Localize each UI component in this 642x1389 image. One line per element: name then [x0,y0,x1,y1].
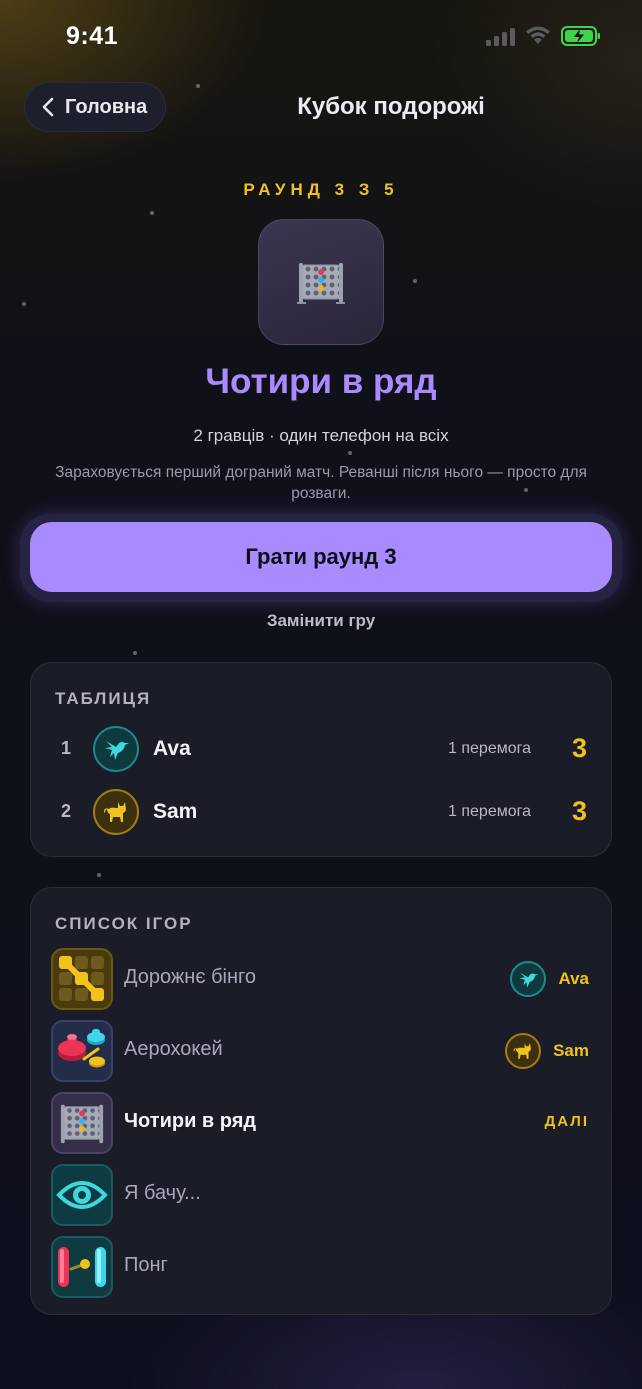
leaderboard-row: 2 Sam 1 перемога 3 [31,788,613,838]
current-game-tile [258,219,384,345]
player-wins: 1 перемога [448,740,531,757]
background-star [150,211,154,215]
status-time: 9:41 [66,22,119,50]
leaderboard-row: 1 Ava 1 перемога 3 [31,725,613,775]
game-list-title: СПИСОК ІГОР [55,914,193,933]
hummingbird-icon [519,972,539,988]
game-winner-name: Sam [553,1041,589,1060]
battery-charging-icon [561,26,600,46]
cat-icon [513,1043,531,1059]
replace-game-link[interactable]: Замінити гру [0,611,642,631]
game-list-card: СПИСОК ІГОР Дорожнє бінго Ava Аерохокей … [30,887,612,1315]
background-star [196,84,200,88]
connect-four-icon [297,263,345,304]
wifi-icon [526,26,550,44]
game-winner-name: Ava [558,969,589,988]
status-bar: 9:41 [0,0,642,72]
page-title: Кубок подорожі [297,93,485,120]
background-star [413,279,417,283]
game-list-item-name: Я бачу... [124,1182,201,1204]
pong-icon [51,1236,113,1298]
round-label: РАУНД 3 З 5 [243,180,399,199]
player-name: Ava [153,737,191,760]
game-list-item-name: Чотири в ряд [124,1110,257,1132]
air-hockey-icon [51,1020,113,1082]
game-list-item-name: Аерохокей [124,1038,223,1060]
cat-icon [104,802,126,822]
play-round-button[interactable]: Грати раунд 3 [30,522,612,592]
player-wins: 1 перемога [448,803,531,820]
connect-four-icon [51,1092,113,1154]
game-list-item[interactable]: Я бачу... [31,1164,613,1226]
leaderboard-card: ТАБЛИЦЯ 1 Ava 1 перемога 3 2 Sam 1 перем… [30,662,612,857]
player-score: 3 [571,796,587,826]
game-list-item-name: Дорожнє бінго [124,966,257,988]
background-star [133,651,137,655]
player-score: 3 [571,733,587,763]
background-star [97,873,101,877]
avatar [505,1033,542,1069]
background-star [22,302,26,306]
hummingbird-icon [105,741,129,760]
player-rank: 2 [61,801,72,821]
game-list-item[interactable]: Аерохокей Sam [31,1020,613,1082]
game-players-info: 2 гравців · один телефон на всіх [193,426,449,445]
leaderboard-title: ТАБЛИЦЯ [55,689,152,708]
cellular-signal-icon [486,28,518,46]
current-game-name: Чотири в ряд [205,362,437,401]
background-star [348,451,352,455]
bingo-grid-icon [51,948,113,1010]
game-list-item-name: Понг [124,1254,168,1276]
game-list-item[interactable]: Понг [31,1236,613,1298]
avatar [510,961,547,997]
game-list-item[interactable]: Дорожнє бінго Ava [31,948,613,1010]
player-name: Sam [153,800,198,823]
game-list-item[interactable]: Чотири в ряд ДАЛІ [31,1092,613,1154]
avatar [93,789,139,835]
player-rank: 1 [61,738,72,758]
avatar [93,726,139,772]
next-badge: ДАЛІ [544,1113,589,1130]
game-rules-note: Зараховується перший дограний матч. Рева… [55,464,587,502]
eye-icon [51,1164,113,1226]
game-winner: Ava [510,961,589,997]
game-winner: Sam [505,1033,589,1069]
